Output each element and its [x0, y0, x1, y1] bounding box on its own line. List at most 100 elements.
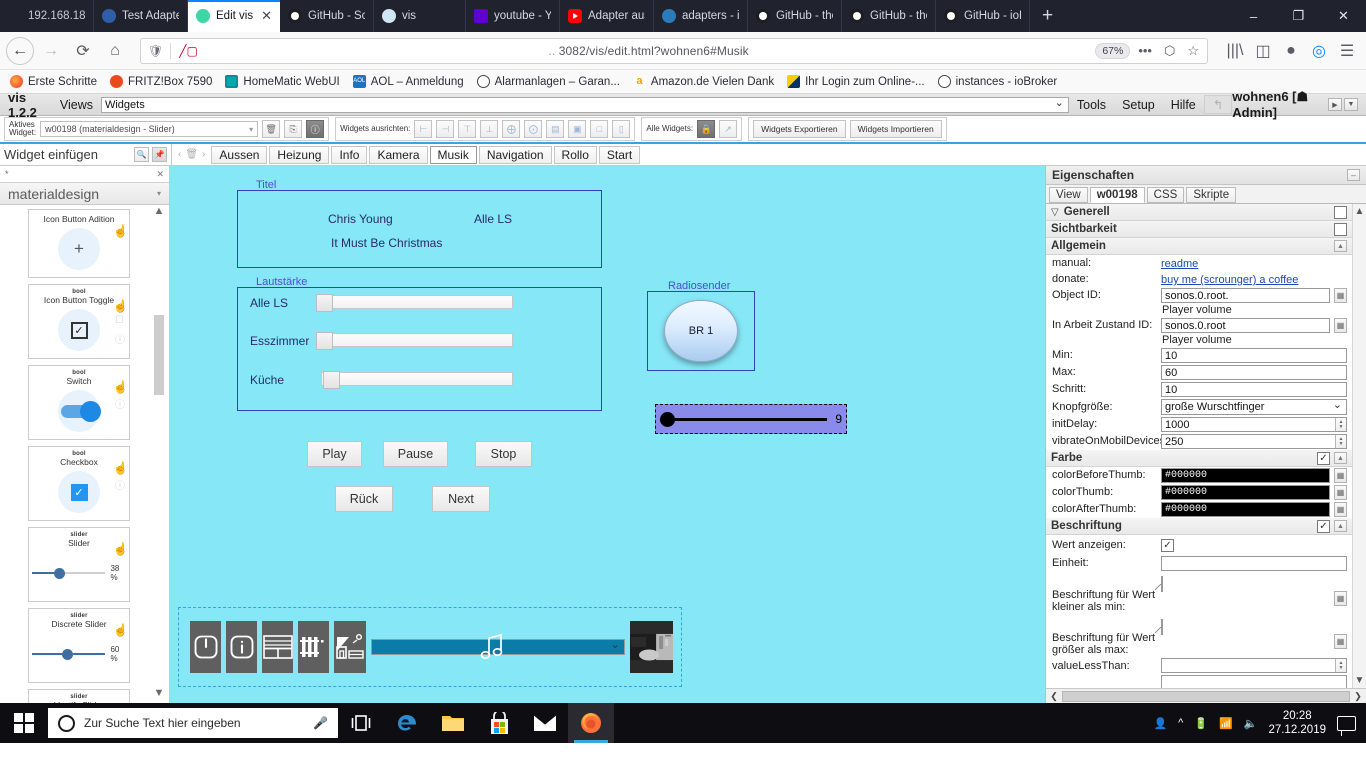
browser-tab[interactable]: GitHub - tho — [748, 0, 842, 32]
volume-slider[interactable] — [316, 332, 513, 350]
spinner-icon[interactable]: ▲ ▼ — [1335, 418, 1346, 431]
value-less-than-input[interactable]: ▲ ▼ — [1161, 658, 1347, 674]
color-before-thumb-input[interactable]: #000000 — [1161, 468, 1330, 483]
volume-icon[interactable]: 🔈 — [1244, 717, 1258, 730]
sync-icon[interactable]: ◎ — [1306, 36, 1332, 66]
wert-anzeigen-checkbox[interactable]: ✓ — [1161, 538, 1174, 552]
windows-icon[interactable] — [0, 703, 48, 743]
menu-tools[interactable]: Tools — [1069, 95, 1114, 115]
expand-right-icon[interactable]: ▶ — [1328, 98, 1342, 111]
bookmark-item[interactable]: Ihr Login zum Online-... — [787, 75, 925, 88]
scroll-right-icon[interactable]: ❯ — [1352, 691, 1364, 702]
browser-tab[interactable]: adapters - io — [654, 0, 748, 32]
palette-scrollbar[interactable]: ▲ ▼ — [153, 205, 165, 703]
microphone-icon[interactable]: 🎤 — [313, 716, 328, 730]
donate-link[interactable]: buy me (scrounger) a coffee — [1161, 274, 1298, 286]
wifi-icon[interactable]: 📶 — [1219, 717, 1233, 730]
view-tab-musik[interactable]: Musik — [429, 145, 477, 164]
browser-tab-active[interactable]: Edit vis ✕ — [188, 0, 280, 32]
account-icon[interactable]: ● — [1278, 36, 1304, 66]
forward-button[interactable]: → — [36, 36, 66, 66]
palette-widget-card[interactable]: Icon Button Adition ☝ + — [28, 209, 130, 278]
chevron-up-icon[interactable]: ^ — [1178, 717, 1183, 729]
browser-tab[interactable]: youtube - Ya — [466, 0, 560, 32]
tab-widget[interactable]: w00198 — [1089, 187, 1145, 203]
tab-skripte[interactable]: Skripte — [1186, 187, 1237, 203]
scroll-down-icon[interactable]: ▼ — [1355, 675, 1365, 686]
partial-input[interactable] — [1161, 675, 1347, 688]
palette-widget-card[interactable]: bool Checkbox ☝ ⓘ ✓ — [28, 446, 130, 521]
align-left-icon[interactable]: ⊢ — [414, 120, 433, 138]
mail-icon[interactable] — [522, 703, 568, 743]
minimize-button[interactable]: – — [1231, 0, 1276, 32]
menu-hilfe[interactable]: Hilfe — [1163, 95, 1204, 115]
bookmark-star-icon[interactable]: ☆ — [1183, 43, 1203, 59]
scrollbar-thumb[interactable] — [1062, 690, 1350, 702]
spinner-icon[interactable]: ▲ ▼ — [1335, 659, 1346, 673]
group-farbe[interactable]: Farbe ✓ ▲ — [1046, 450, 1352, 467]
properties-horizontal-scrollbar[interactable]: ❮ ❯ — [1046, 688, 1366, 703]
color-picker-button[interactable]: ▦ — [1334, 468, 1347, 483]
bookmark-item[interactable]: AOL AOL – Anmeldung — [352, 75, 464, 88]
view-tab-kamera[interactable]: Kamera — [369, 145, 428, 164]
browser-tab[interactable]: GitHub - ioB — [936, 0, 1030, 32]
copy-widget-button[interactable]: ⎘ — [284, 120, 303, 138]
rueck-button[interactable]: Rück — [335, 486, 393, 512]
min-caption-picker-button[interactable]: ▦ — [1334, 591, 1347, 606]
next-button[interactable]: Next — [432, 486, 490, 512]
vis-view-canvas[interactable]: Titel Chris Young Alle LS It Must Be Chr… — [170, 166, 1045, 703]
max-caption-picker-button[interactable]: ▦ — [1334, 633, 1347, 649]
radio-button[interactable]: BR 1 — [664, 300, 738, 362]
bookmark-item[interactable]: a Amazon.de Vielen Dank — [632, 75, 774, 88]
unlock-widgets-icon[interactable]: ↗ — [719, 120, 738, 138]
group-checkbox[interactable]: ✓ — [1317, 519, 1330, 533]
view-tab-heizung[interactable]: Heizung — [269, 145, 330, 164]
bookmark-item[interactable]: instances - ioBroker — [937, 75, 1057, 88]
volume-slider[interactable] — [316, 294, 513, 312]
vibrate-input[interactable]: 250 ▲ ▼ — [1161, 434, 1347, 449]
knopfgroesse-select[interactable]: große Wurschtfinger — [1161, 398, 1347, 415]
collapse-icon[interactable]: ▲ — [1334, 452, 1347, 464]
group-beschriftung[interactable]: Beschriftung ✓ ▲ — [1046, 518, 1352, 535]
shield-icon[interactable]: 🛡 — [145, 44, 166, 58]
scrollbar-thumb[interactable] — [154, 315, 164, 395]
schritt-input[interactable]: 10 — [1161, 382, 1347, 397]
select-object-id-button[interactable]: ▦ — [1334, 288, 1347, 303]
group-checkbox[interactable] — [1334, 222, 1347, 236]
min-input[interactable]: 10 — [1161, 348, 1347, 363]
palette-widget-card[interactable]: slider Slider ☝ 38 % — [28, 527, 130, 602]
max-input[interactable]: 60 — [1161, 365, 1347, 380]
color-thumb-input[interactable]: #000000 — [1161, 485, 1330, 500]
widget-info-button[interactable]: ⓘ — [306, 120, 325, 138]
address-bar[interactable]: 🛡 ╱▢ .. 3082/vis/edit.html?wohnen6#Musik… — [140, 37, 1208, 64]
browser-tab[interactable]: 192.168.188.28/p — [0, 0, 94, 32]
initdelay-input[interactable]: 1000 ▲ ▼ — [1161, 417, 1347, 432]
next-view-icon[interactable]: › — [202, 149, 205, 160]
sidebar-icon[interactable]: ◫ — [1250, 36, 1276, 66]
slider-thumb[interactable] — [316, 294, 333, 312]
palette-widget-card[interactable]: slider Discrete Slider ☝ 60 % — [28, 608, 130, 683]
noscript-icon[interactable]: ╱▢ — [175, 44, 202, 58]
lock-widgets-icon[interactable]: 🔒 — [697, 120, 716, 138]
home-button[interactable]: ⌂ — [100, 36, 130, 66]
collapse-icon[interactable]: ▲ — [1334, 520, 1347, 532]
expand-down-icon[interactable]: ▼ — [1344, 98, 1358, 111]
group-allgemein[interactable]: Allgemein ▲ — [1046, 238, 1352, 255]
einheit-input[interactable] — [1161, 556, 1347, 571]
align-top-icon[interactable]: ⊤ — [458, 120, 477, 138]
materialdesign-slider-widget[interactable]: 9 — [655, 404, 847, 434]
palette-filter[interactable]: * ✕ — [0, 166, 169, 183]
task-view-icon[interactable] — [338, 703, 384, 743]
menu-setup[interactable]: Setup — [1114, 95, 1163, 115]
view-tab-info[interactable]: Info — [331, 145, 368, 164]
view-tab-navigation[interactable]: Navigation — [478, 145, 552, 164]
pin-icon[interactable]: 📌 — [152, 147, 167, 162]
close-icon[interactable]: ✕ — [261, 8, 272, 24]
export-widgets-button[interactable]: Widgets Exportieren — [753, 120, 846, 138]
align-vertical-center-icon[interactable]: ⨁ — [502, 120, 521, 138]
back-button[interactable]: ← — [6, 36, 34, 65]
stop-button[interactable]: Stop — [475, 441, 532, 467]
slider-thumb[interactable] — [323, 371, 340, 389]
tab-css[interactable]: CSS — [1146, 187, 1185, 203]
spinner-icon[interactable]: ▲ ▼ — [1335, 435, 1346, 448]
